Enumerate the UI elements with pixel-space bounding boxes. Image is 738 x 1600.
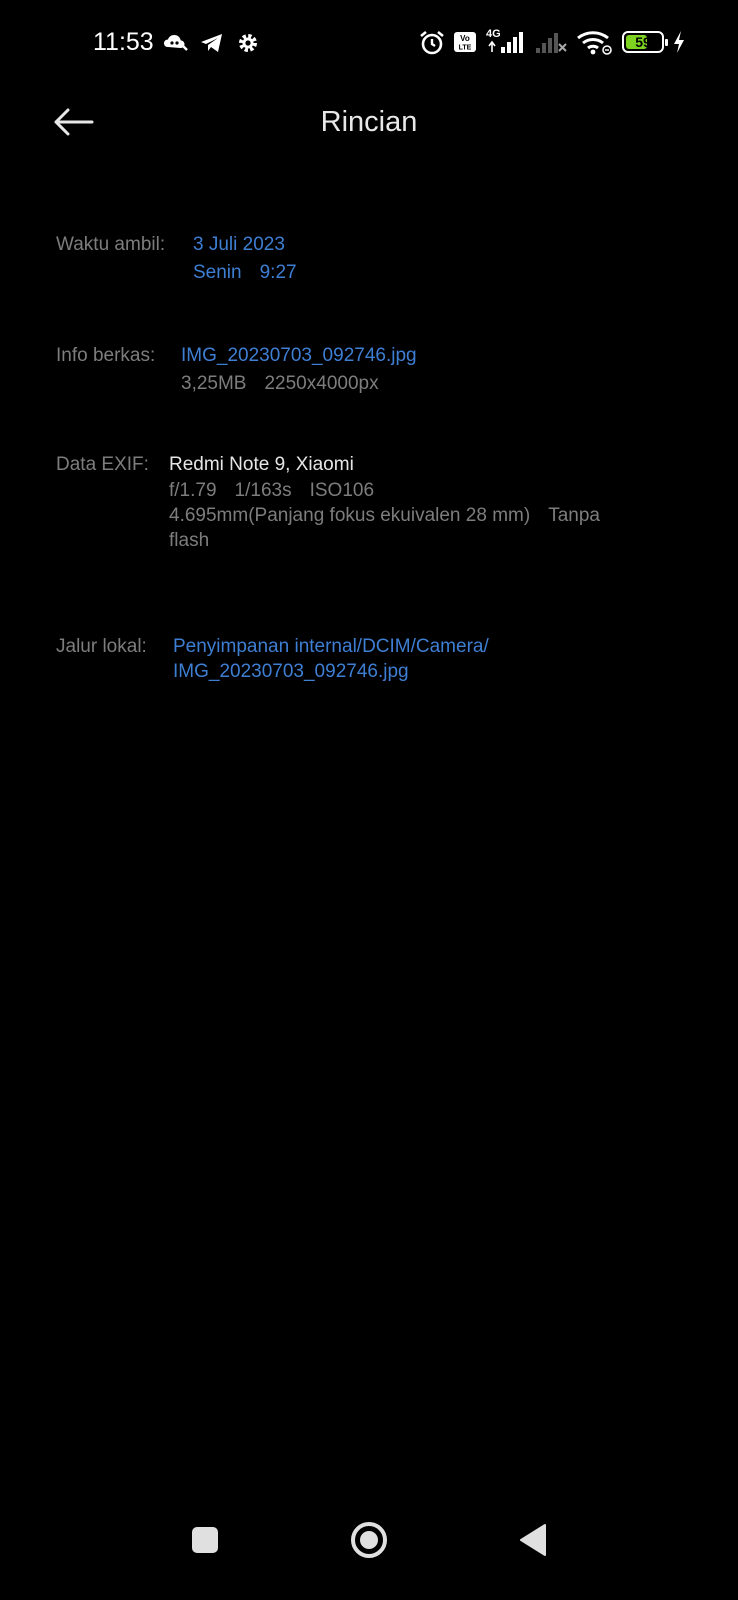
file-size: 3,25MB xyxy=(181,373,247,394)
exif-value: Redmi Note 9, Xiaomi f/1.79 1/163s ISO106 … xyxy=(169,452,600,553)
local-path-line2: IMG_20230703_092746.jpg xyxy=(173,661,409,682)
app-header: Rincian xyxy=(0,86,738,158)
local-path-line1: Penyimpanan internal/DCIM/Camera/ xyxy=(173,636,489,657)
exif-focal-length: 4.695mm(Panjang fokus ekuivalen 28 mm) xyxy=(169,505,531,526)
row-file-info: Info berkas: IMG_20230703_092746.jpg 3,2… xyxy=(56,343,417,394)
status-left-icons xyxy=(163,30,261,56)
capture-time-value: 3 Juli 2023 Senin 9:27 xyxy=(193,232,297,285)
capture-day: Senin xyxy=(193,262,242,283)
charging-bolt-icon xyxy=(672,30,686,54)
recents-button[interactable] xyxy=(177,1512,233,1568)
row-exif: Data EXIF: Redmi Note 9, Xiaomi f/1.79 1/… xyxy=(56,452,600,551)
details-screen: 11:53 Vo LTE 4G 59 Rincian Waktu ambil: … xyxy=(0,0,738,1600)
row-local-path: Jalur lokal: Penyimpanan internal/DCIM/C… xyxy=(56,634,489,682)
exif-flash-a: Tanpa xyxy=(548,505,600,526)
home-circle-icon xyxy=(349,1520,389,1560)
capture-clock: 9:27 xyxy=(259,262,297,283)
svg-text:LTE: LTE xyxy=(459,45,472,52)
status-time: 11:53 xyxy=(93,28,154,56)
exif-device: Redmi Note 9, Xiaomi xyxy=(169,454,354,475)
status-right-icons: Vo LTE 4G 59 xyxy=(418,28,686,56)
volte-icon: Vo LTE xyxy=(452,29,478,55)
exif-aperture: f/1.79 xyxy=(169,480,217,501)
nav-back-button[interactable] xyxy=(505,1512,561,1568)
battery-icon: 59 xyxy=(622,31,668,53)
signal-4g-icon: 4G xyxy=(486,28,526,56)
exif-iso: ISO106 xyxy=(309,480,375,501)
status-bar: 11:53 Vo LTE 4G 59 xyxy=(0,0,738,86)
capture-time-label: Waktu ambil: xyxy=(56,234,166,255)
wifi-icon xyxy=(576,28,614,56)
file-resolution: 2250x4000px xyxy=(264,373,379,394)
svg-text:Vo: Vo xyxy=(460,34,470,43)
telegram-icon xyxy=(199,30,225,56)
file-name-link[interactable]: IMG_20230703_092746.jpg xyxy=(181,343,417,368)
file-info-value: IMG_20230703_092746.jpg 3,25MB 2250x4000p… xyxy=(181,343,417,396)
cloud-game-icon xyxy=(163,30,189,56)
row-capture-time: Waktu ambil: 3 Juli 2023 Senin 9:27 xyxy=(56,232,297,283)
alarm-icon xyxy=(418,29,444,55)
recents-square-icon xyxy=(191,1526,219,1554)
settings-gear-icon xyxy=(235,30,261,56)
local-path-link[interactable]: Penyimpanan internal/DCIM/Camera/ IMG_20… xyxy=(173,634,489,684)
exif-label: Data EXIF: xyxy=(56,454,149,475)
battery-percent: 59 xyxy=(635,34,651,50)
home-button[interactable] xyxy=(341,1512,397,1568)
file-info-label: Info berkas: xyxy=(56,345,156,366)
local-path-label: Jalur lokal: xyxy=(56,636,147,657)
exif-flash-b: flash xyxy=(169,530,210,551)
signal-no-service-icon xyxy=(534,28,568,56)
system-navigation-bar xyxy=(0,1480,738,1600)
capture-date: 3 Juli 2023 xyxy=(193,234,285,255)
page-title: Rincian xyxy=(320,106,418,138)
network-label: 4G xyxy=(486,28,501,40)
back-triangle-icon xyxy=(518,1523,548,1557)
exif-shutter: 1/163s xyxy=(234,480,292,501)
